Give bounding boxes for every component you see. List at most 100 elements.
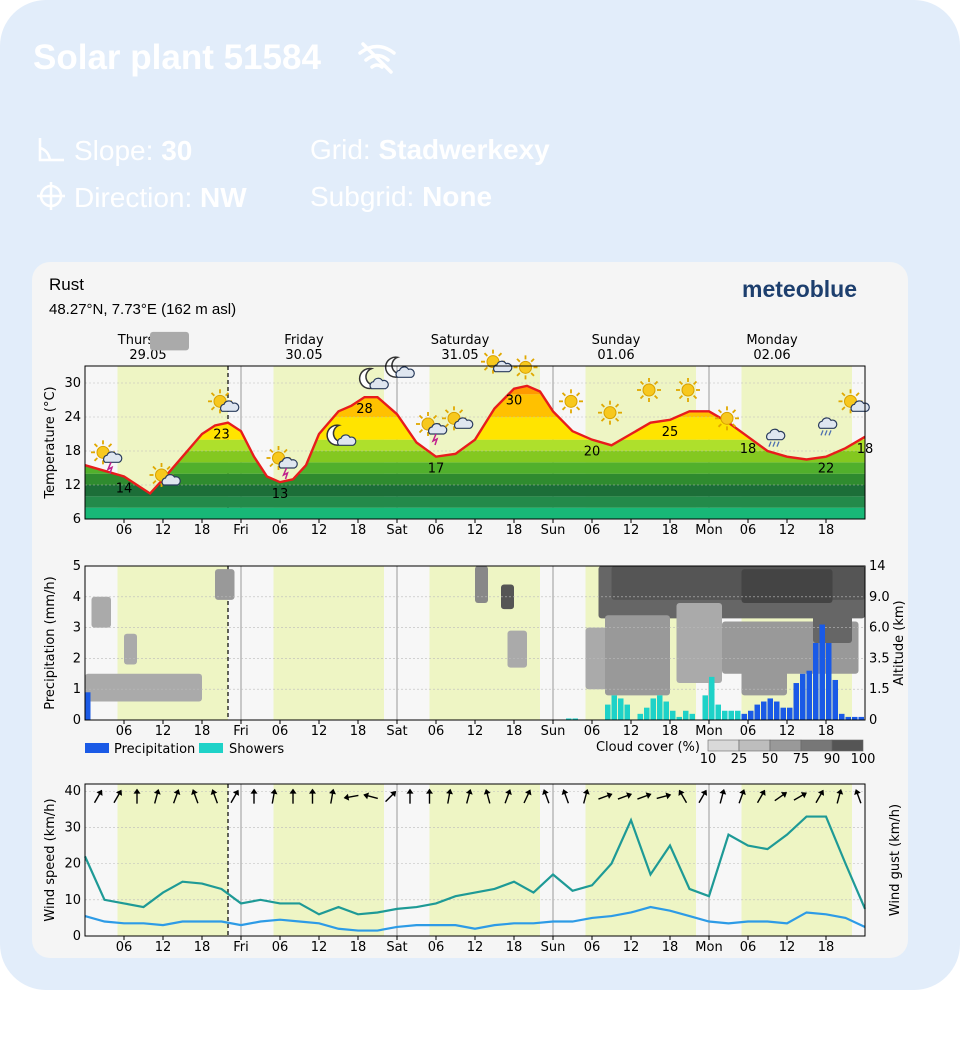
x-tick-label: 12	[467, 724, 484, 739]
x-tick-label: 18	[506, 724, 523, 739]
day-name: Friday	[284, 333, 324, 348]
precipitation-bar	[813, 643, 819, 720]
showers-bar	[735, 710, 741, 720]
precipitation-bar	[780, 707, 786, 720]
x-tick-label: 06	[740, 724, 757, 739]
precipitation-bar	[85, 692, 91, 720]
temperature-label: 30	[506, 394, 523, 409]
direction-info: Direction: NW	[36, 181, 247, 214]
x-tick-label: Sun	[541, 724, 566, 739]
direction-value: NW	[200, 182, 247, 213]
x-tick-label: 18	[194, 523, 211, 538]
precipitation-bar	[832, 679, 838, 720]
sun-icon	[637, 378, 661, 402]
cloud-cover-patch	[605, 615, 670, 696]
y-tick-label: 5	[73, 559, 81, 574]
showers-bar	[689, 713, 695, 720]
location-name: Rust	[49, 275, 84, 294]
showers-bar	[670, 710, 676, 720]
x-tick-label: 06	[428, 940, 445, 955]
y-tick-label: 10	[64, 893, 81, 908]
x-tick-label: 06	[116, 724, 133, 739]
wifi-off-icon	[358, 42, 396, 74]
cloud-cover-patch	[475, 566, 488, 603]
day-date: 02.06	[753, 348, 790, 363]
x-tick-label: 18	[350, 523, 367, 538]
x-tick-label: 18	[818, 523, 835, 538]
sun-icon	[513, 355, 538, 380]
subgrid-value: None	[422, 181, 493, 212]
precipitation-bar	[787, 707, 793, 720]
cloud-level-label: 100	[851, 752, 876, 767]
legend-showers-swatch	[199, 743, 223, 753]
sun-icon	[676, 378, 700, 402]
showers-bar	[683, 710, 689, 720]
x-tick-label: 12	[623, 940, 640, 955]
temp-band	[85, 507, 865, 519]
showers-bar	[605, 704, 611, 720]
direction-label: Direction:	[74, 182, 193, 213]
x-tick-label: 18	[662, 940, 679, 955]
solar-plant-card: Solar plant 51584 Slope: 30 Grid: Stadwe…	[0, 0, 960, 990]
y-tick-label: 1	[73, 682, 81, 697]
temperature-label: 14	[116, 482, 133, 497]
y-tick-label: 3	[73, 621, 81, 636]
x-tick-label: 06	[740, 940, 757, 955]
x-tick-label: 18	[662, 724, 679, 739]
x-tick-label: 06	[116, 940, 133, 955]
temp-band	[85, 496, 865, 508]
cloud-cover-swatch	[769, 739, 802, 752]
temp-band	[85, 462, 865, 474]
x-tick-label: 12	[155, 724, 172, 739]
cloud-level-label: 50	[762, 752, 779, 767]
cloud-level-label: 10	[700, 752, 717, 767]
subgrid-label: Subgrid:	[310, 181, 415, 212]
wind-speed-axis-label: Wind speed (km/h)	[43, 798, 58, 921]
y-tick-label: 30	[64, 376, 81, 391]
day-date: 31.05	[441, 348, 478, 363]
x-tick-label: 18	[818, 940, 835, 955]
y-tick-label: 18	[64, 444, 81, 459]
y-tick-label: 6	[73, 512, 81, 527]
x-tick-label: 18	[506, 940, 523, 955]
x-tick-label: 12	[155, 940, 172, 955]
daylight-band	[273, 566, 384, 720]
showers-bar	[624, 704, 630, 720]
meteogram-widget[interactable]: Rust 48.27°N, 7.73°E (162 m asl) meteobl…	[32, 262, 908, 958]
day-name: Sunday	[592, 333, 641, 348]
day-date: 30.05	[285, 348, 322, 363]
x-tick-label: 06	[272, 523, 289, 538]
y-tick-label: 0	[73, 713, 81, 728]
sun-icon	[598, 400, 622, 425]
precipitation-bar	[793, 683, 799, 720]
temperature-label: 25	[662, 425, 679, 440]
x-tick-label: Sat	[386, 940, 407, 955]
x-tick-label: 06	[272, 724, 289, 739]
precipitation-bar	[748, 710, 754, 720]
cloud-cover-patch	[741, 569, 833, 603]
showers-bar	[709, 676, 715, 720]
sun-cloud-icon	[481, 349, 513, 374]
wind-gust-axis-label: Wind gust (km/h)	[888, 804, 903, 916]
precipitation-bar	[819, 624, 825, 720]
y-tick-label: 2	[73, 651, 81, 666]
cloud-cover-patch	[741, 670, 787, 696]
x-tick-label: 06	[584, 523, 601, 538]
y-tick-label: 40	[64, 784, 81, 799]
x-tick-label: 18	[506, 523, 523, 538]
x-tick-label: Fri	[233, 724, 249, 739]
x-tick-label: 06	[584, 940, 601, 955]
x-tick-label: 12	[311, 940, 328, 955]
altitude-axis-label: Altitude (km)	[892, 600, 907, 685]
x-tick-label: 12	[779, 523, 796, 538]
x-tick-label: Sat	[386, 724, 407, 739]
cloud-cover-patch	[150, 331, 189, 351]
legend-precipitation-label: Precipitation	[114, 742, 195, 757]
y-tick-label: 12	[64, 478, 81, 493]
grid-info: Grid: Stadwerkexy	[310, 134, 550, 166]
altitude-tick-label: 1.5	[869, 682, 890, 697]
showers-bar	[728, 710, 734, 720]
legend-precipitation-swatch	[85, 743, 109, 753]
cloud-cover-patch	[215, 569, 235, 600]
cloud-cover-patch	[124, 633, 137, 665]
